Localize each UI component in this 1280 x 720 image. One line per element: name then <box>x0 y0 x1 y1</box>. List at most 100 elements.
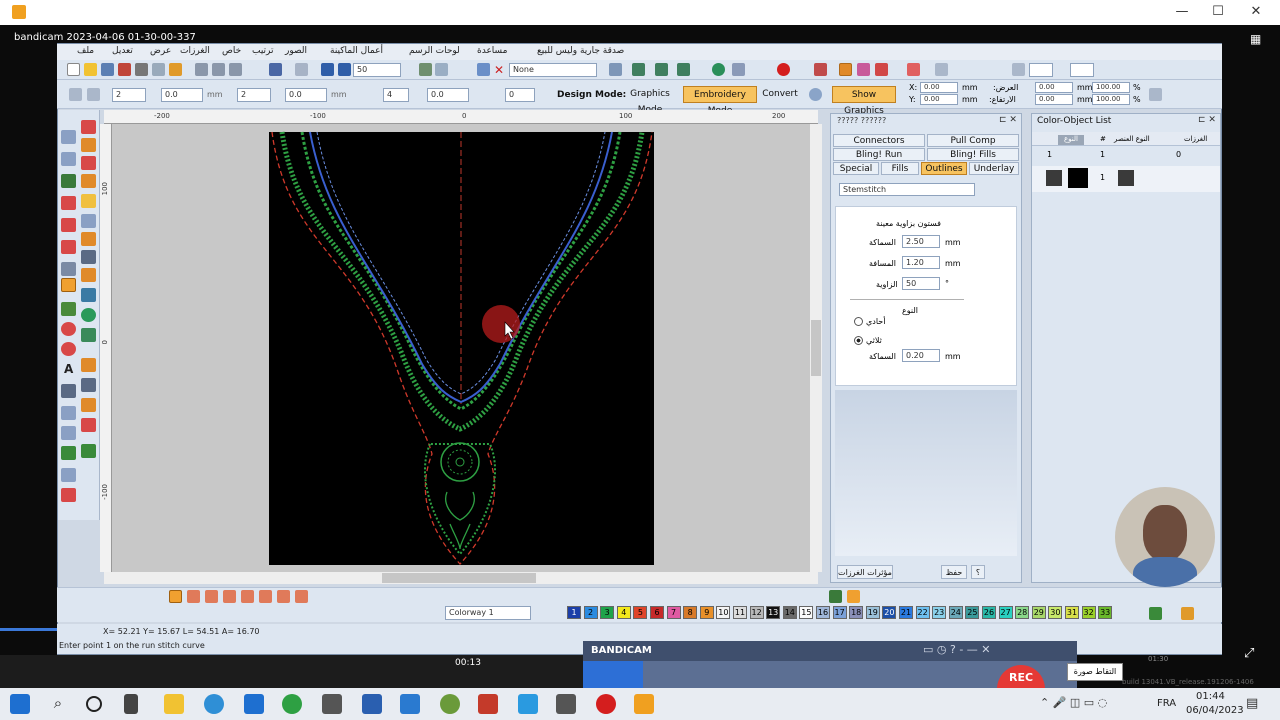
spacing-field[interactable]: 1.20 <box>902 256 940 269</box>
app-icon-2[interactable] <box>478 694 498 714</box>
tab-bling-run[interactable]: Bling! Run <box>833 148 925 161</box>
fill-icon-13[interactable] <box>81 358 96 372</box>
fill-icon-6[interactable] <box>81 214 96 228</box>
save-props-button[interactable]: حفظ <box>941 565 967 579</box>
fill-icon-2[interactable] <box>81 138 96 152</box>
color-chip[interactable]: 6 <box>650 606 664 619</box>
color-chip[interactable]: 19 <box>865 606 880 619</box>
convert-button[interactable]: Convert <box>760 86 800 103</box>
menu-item-view[interactable]: عرض <box>150 46 171 56</box>
vertical-scroll-thumb[interactable] <box>811 320 821 376</box>
save-icon[interactable] <box>101 63 114 76</box>
fill-icon-7[interactable] <box>81 232 96 246</box>
close-button[interactable]: ✕ <box>1236 2 1276 22</box>
tool-e-icon[interactable] <box>732 63 745 76</box>
width-field[interactable]: 0.00 <box>1035 82 1073 93</box>
stitch-tool-icon-4[interactable] <box>223 590 236 603</box>
embroidery-design[interactable] <box>112 124 810 572</box>
single-radio[interactable] <box>854 317 863 326</box>
mail-icon[interactable] <box>322 694 342 714</box>
color-chip[interactable]: 3 <box>600 606 615 619</box>
thread-select[interactable]: None <box>509 63 597 77</box>
paste-icon[interactable] <box>229 63 242 76</box>
point-icon[interactable] <box>61 302 76 316</box>
globe-settings-icon[interactable] <box>809 88 822 101</box>
tool-k-icon[interactable] <box>1012 63 1025 76</box>
chrome-icon[interactable] <box>282 694 302 714</box>
zoom-field[interactable]: 50 <box>353 63 401 77</box>
color-chip[interactable]: 25 <box>965 606 980 619</box>
export-icon[interactable] <box>118 63 131 76</box>
text-tool-icon[interactable]: A <box>64 362 73 376</box>
pen-icon[interactable] <box>61 174 76 188</box>
grid-icon[interactable]: ▦ <box>1250 32 1264 46</box>
color-chip[interactable]: 23 <box>932 606 947 619</box>
zoom-fit-icon[interactable] <box>419 63 432 76</box>
copy-icon[interactable] <box>212 63 225 76</box>
y-field[interactable]: 0.00 <box>920 94 958 105</box>
color-tool-icon[interactable] <box>1181 607 1194 620</box>
tray-icons[interactable]: ⌃ 🎤 ◫ ▭ ◌ <box>1040 696 1107 709</box>
color-chip[interactable]: 27 <box>998 606 1013 619</box>
globe-icon[interactable] <box>712 63 725 76</box>
settings-icon[interactable] <box>169 63 182 76</box>
palette-icon[interactable] <box>61 488 76 502</box>
tool-size-icon[interactable] <box>87 88 100 101</box>
stitch-tool-icon-2[interactable] <box>187 590 200 603</box>
diamond-icon[interactable] <box>61 406 76 420</box>
tool-i-icon[interactable] <box>907 63 920 76</box>
clock-date[interactable]: 06/04/2023 <box>1186 705 1244 716</box>
menu-item-machine[interactable]: أعمال الماكينة <box>330 46 383 56</box>
zoom-box-icon[interactable] <box>435 63 448 76</box>
field-5[interactable]: 4 <box>383 88 409 102</box>
color-list-row[interactable]: 0 1 1 <box>1032 150 1220 164</box>
tool-f-icon[interactable] <box>814 63 827 76</box>
expand-icon[interactable]: ⤢ <box>1244 646 1254 661</box>
horizontal-scroll-thumb[interactable] <box>382 573 536 583</box>
fill-icon-10[interactable] <box>81 288 96 302</box>
color-chip[interactable]: 2 <box>583 606 598 619</box>
colorway-select[interactable]: Colorway 1 <box>445 606 531 620</box>
tab-bling-fills[interactable]: Bling! Fills <box>927 148 1019 161</box>
new-icon[interactable] <box>67 63 80 76</box>
print-icon[interactable] <box>135 63 148 76</box>
tool-j-icon[interactable] <box>935 63 948 76</box>
notification-icon[interactable]: ▤ <box>1246 696 1258 711</box>
tool-b-icon[interactable] <box>632 63 645 76</box>
fill-icon-14[interactable] <box>81 378 96 392</box>
circle-icon[interactable] <box>61 322 76 336</box>
color-chip[interactable]: 22 <box>915 606 930 619</box>
tool-g-icon[interactable] <box>857 63 870 76</box>
graphics-mode-button[interactable]: Graphics Mode <box>619 86 681 115</box>
field-4[interactable]: 0.0 <box>285 88 327 102</box>
active-tool-icon[interactable] <box>839 63 852 76</box>
color-chip[interactable]: 11 <box>733 606 747 619</box>
fill-icon-17[interactable] <box>81 444 96 458</box>
color-chip[interactable]: 28 <box>1015 606 1030 619</box>
minimize-button[interactable]: — <box>1162 2 1202 22</box>
zoom-out-icon[interactable] <box>338 63 351 76</box>
maximize-button[interactable]: ☐ <box>1198 2 1238 22</box>
hand-icon[interactable] <box>847 590 860 603</box>
x-field[interactable]: 0.00 <box>920 82 958 93</box>
fill-icon-12[interactable] <box>81 328 96 342</box>
tab-fills[interactable]: Fills <box>881 162 919 175</box>
app-icon-3[interactable] <box>518 694 538 714</box>
color-chip[interactable]: 21 <box>899 606 913 619</box>
network-icon[interactable] <box>400 694 420 714</box>
color-chip[interactable]: 31 <box>1065 606 1079 619</box>
undo-icon[interactable] <box>269 63 282 76</box>
tab-connectors[interactable]: Connectors <box>833 134 925 147</box>
wave-icon[interactable] <box>61 196 76 210</box>
bandicam-record-icon[interactable] <box>596 694 616 714</box>
height-pct-field[interactable]: 100.00 <box>1092 94 1130 105</box>
people-icon[interactable] <box>61 384 76 398</box>
stitch-tool-icon-3[interactable] <box>205 590 218 603</box>
language-indicator[interactable]: FRA <box>1157 698 1176 709</box>
field-1[interactable]: 2 <box>112 88 146 102</box>
thickness2-field[interactable]: 0.20 <box>902 349 940 362</box>
fill-icon-15[interactable] <box>81 398 96 412</box>
width-pct-field[interactable]: 100.00 <box>1092 82 1130 93</box>
tool-c-icon[interactable] <box>655 63 668 76</box>
clock-time[interactable]: 01:44 <box>1196 691 1225 702</box>
